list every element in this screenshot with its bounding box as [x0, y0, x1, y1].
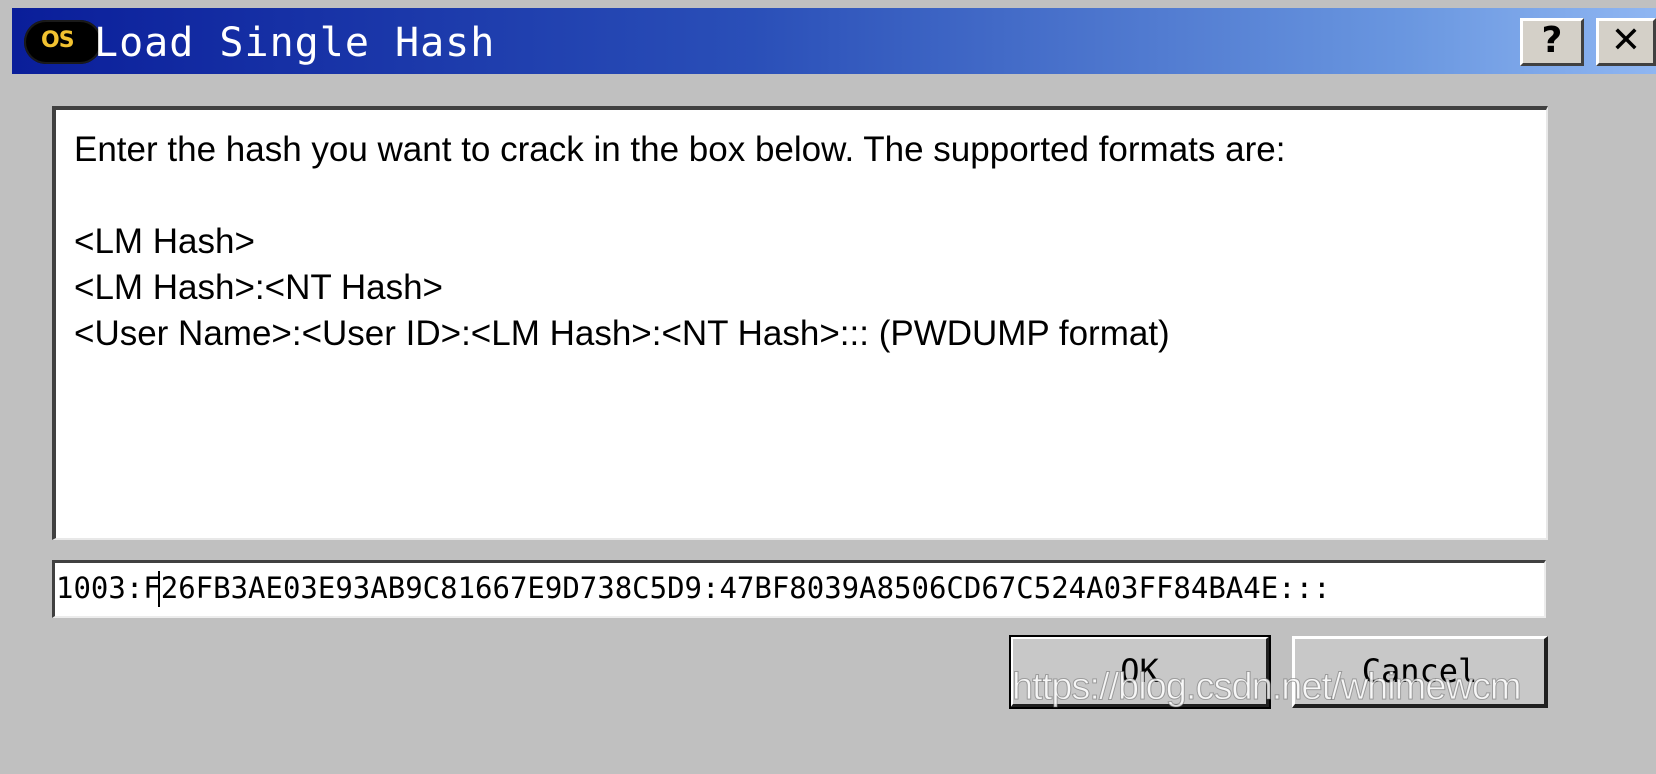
- title-bar[interactable]: OS Load Single Hash ? ✕: [12, 8, 1656, 74]
- format-pwdump: <User Name>:<User ID>:<LM Hash>:<NT Hash…: [74, 314, 1170, 353]
- app-icon-label: OS: [41, 28, 75, 53]
- hash-input[interactable]: 1003:F26FB3AE03E93AB9C81667E9D738C5D9:47…: [52, 560, 1546, 618]
- ophcrack-app-icon: OS: [24, 20, 102, 64]
- text-caret: [158, 571, 160, 607]
- instructions-text: Enter the hash you want to crack in the …: [74, 130, 1286, 169]
- format-lm-nt-hash: <LM Hash>:<NT Hash>: [74, 268, 443, 307]
- load-single-hash-dialog: OS Load Single Hash ? ✕ Enter the hash y…: [0, 0, 1656, 774]
- hash-input-value[interactable]: 1003:F26FB3AE03E93AB9C81667E9D738C5D9:47…: [55, 563, 1331, 613]
- watermark-text: https://blog.csdn.net/whimewcm: [1012, 666, 1523, 709]
- window-title: Load Single Hash: [94, 20, 496, 66]
- close-button[interactable]: ✕: [1596, 18, 1656, 66]
- instructions-panel: Enter the hash you want to crack in the …: [52, 106, 1548, 540]
- help-button[interactable]: ?: [1520, 18, 1584, 66]
- format-lm-hash: <LM Hash>: [74, 222, 255, 261]
